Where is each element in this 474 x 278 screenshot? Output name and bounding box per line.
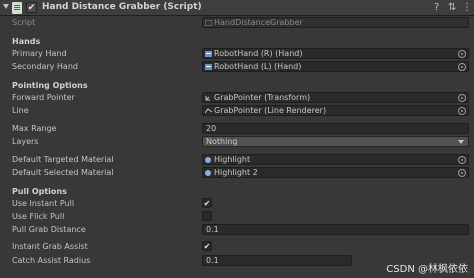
component-title: Hand Distance Grabber (Script) bbox=[42, 2, 202, 12]
object-picker-icon[interactable] bbox=[458, 94, 466, 102]
forward-pointer-value: GrabPointer (Transform) bbox=[214, 93, 311, 102]
max-range-row: Max Range 20 bbox=[0, 123, 474, 135]
pull-distance-row: Pull Grab Distance 0.1 bbox=[0, 224, 474, 236]
script-field: HandDistanceGrabber bbox=[202, 17, 469, 28]
line-field[interactable]: GrabPointer (Line Renderer) bbox=[202, 105, 469, 116]
primary-hand-value: RobotHand (R) (Hand) bbox=[214, 49, 303, 58]
targeted-material-row: Default Targeted Material Highlight bbox=[0, 154, 474, 166]
line-row: Line GrabPointer (Line Renderer) bbox=[0, 105, 474, 117]
grab-assist-label: Instant Grab Assist bbox=[12, 242, 88, 251]
hand-script-icon bbox=[205, 51, 212, 57]
pull-distance-input[interactable]: 0.1 bbox=[202, 224, 469, 235]
layers-label: Layers bbox=[12, 137, 39, 146]
catch-radius-value: 0.1 bbox=[206, 256, 219, 265]
targeted-material-label: Default Targeted Material bbox=[12, 155, 114, 164]
grab-assist-checkbox[interactable]: ✔ bbox=[202, 241, 212, 251]
object-picker-icon[interactable] bbox=[458, 50, 466, 58]
max-range-label: Max Range bbox=[12, 124, 57, 133]
grab-assist-row: Instant Grab Assist ✔ bbox=[0, 241, 474, 253]
help-icon[interactable]: ? bbox=[434, 2, 439, 13]
line-value: GrabPointer (Line Renderer) bbox=[214, 106, 327, 115]
component-header: ✔ Hand Distance Grabber (Script) ? ⇅ ⋮ bbox=[0, 0, 474, 16]
secondary-hand-row: Secondary Hand RobotHand (L) (Hand) bbox=[0, 61, 474, 73]
layers-row: Layers Nothing bbox=[0, 136, 474, 148]
secondary-hand-label: Secondary Hand bbox=[12, 62, 78, 71]
secondary-hand-field[interactable]: RobotHand (L) (Hand) bbox=[202, 61, 469, 72]
catch-radius-input[interactable]: 0.1 bbox=[202, 255, 352, 266]
primary-hand-field[interactable]: RobotHand (R) (Hand) bbox=[202, 48, 469, 59]
instant-pull-label: Use Instant Pull bbox=[12, 199, 75, 208]
flick-pull-label: Use Flick Pull bbox=[12, 212, 65, 221]
material-icon bbox=[205, 157, 211, 163]
object-picker-icon[interactable] bbox=[458, 156, 466, 164]
script-asset-icon bbox=[205, 20, 212, 26]
selected-material-value: Highlight 2 bbox=[214, 168, 258, 177]
material-icon bbox=[205, 170, 211, 176]
watermark: CSDN @林枫依依 bbox=[386, 264, 468, 275]
max-range-value: 20 bbox=[206, 124, 217, 133]
object-picker-icon[interactable] bbox=[458, 107, 466, 115]
instant-pull-checkbox[interactable]: ✔ bbox=[202, 198, 212, 208]
forward-pointer-field[interactable]: GrabPointer (Transform) bbox=[202, 92, 469, 103]
forward-pointer-label: Forward Pointer bbox=[12, 93, 75, 102]
selected-material-row: Default Selected Material Highlight 2 bbox=[0, 167, 474, 179]
line-label: Line bbox=[12, 106, 29, 115]
pull-distance-value: 0.1 bbox=[206, 225, 219, 234]
foldout-arrow-icon[interactable] bbox=[3, 4, 9, 9]
section-pull-options: Pull Options bbox=[12, 187, 67, 196]
transform-icon bbox=[205, 96, 210, 101]
script-label: Script bbox=[12, 18, 36, 27]
instant-pull-row: Use Instant Pull ✔ bbox=[0, 198, 474, 210]
section-pointing-options: Pointing Options bbox=[12, 81, 88, 90]
object-picker-icon[interactable] bbox=[458, 169, 466, 177]
layers-dropdown[interactable]: Nothing bbox=[202, 136, 469, 147]
pull-distance-label: Pull Grab Distance bbox=[12, 225, 86, 234]
flick-pull-checkbox[interactable] bbox=[202, 211, 212, 221]
script-icon bbox=[12, 2, 22, 14]
max-range-input[interactable]: 20 bbox=[202, 123, 469, 134]
catch-radius-label: Catch Assist Radius bbox=[12, 256, 91, 265]
object-picker-icon[interactable] bbox=[458, 63, 466, 71]
primary-hand-label: Primary Hand bbox=[12, 49, 67, 58]
selected-material-field[interactable]: Highlight 2 bbox=[202, 167, 469, 178]
preset-icon[interactable]: ⇅ bbox=[448, 2, 456, 13]
forward-pointer-row: Forward Pointer GrabPointer (Transform) bbox=[0, 92, 474, 104]
hand-script-icon bbox=[205, 64, 212, 70]
section-hands: Hands bbox=[12, 37, 41, 46]
targeted-material-field[interactable]: Highlight bbox=[202, 154, 469, 165]
line-renderer-icon bbox=[205, 108, 212, 114]
secondary-hand-value: RobotHand (L) (Hand) bbox=[214, 62, 302, 71]
context-menu-icon[interactable]: ⋮ bbox=[462, 2, 472, 13]
flick-pull-row: Use Flick Pull bbox=[0, 211, 474, 223]
layers-value: Nothing bbox=[206, 137, 238, 146]
primary-hand-row: Primary Hand RobotHand (R) (Hand) bbox=[0, 48, 474, 60]
targeted-material-value: Highlight bbox=[214, 155, 251, 164]
chevron-down-icon bbox=[458, 140, 464, 144]
script-row: Script HandDistanceGrabber bbox=[0, 17, 474, 29]
component-enabled-checkbox[interactable]: ✔ bbox=[26, 2, 37, 13]
script-value: HandDistanceGrabber bbox=[214, 18, 303, 27]
selected-material-label: Default Selected Material bbox=[12, 168, 114, 177]
